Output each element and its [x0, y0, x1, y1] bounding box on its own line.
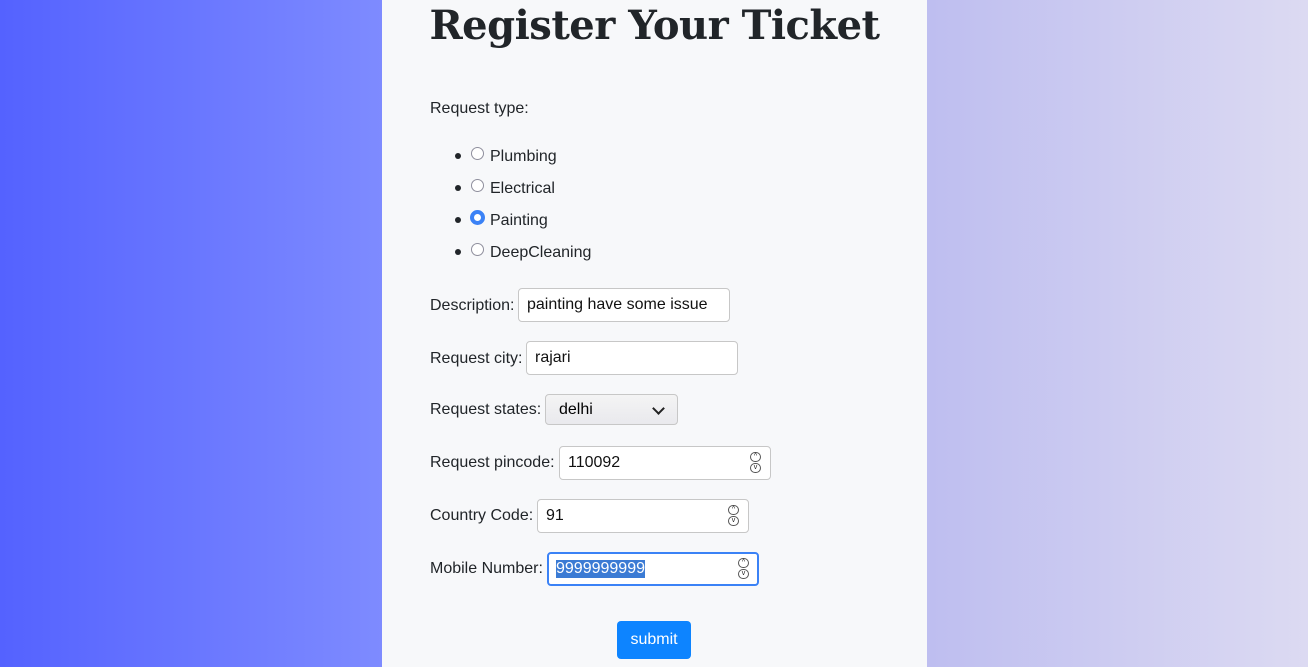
radio-painting[interactable]	[470, 210, 485, 225]
description-value: painting have some issue	[527, 296, 708, 313]
pincode-label: Request pincode:	[430, 454, 555, 471]
request-type-label: Request type:	[430, 100, 529, 117]
description-label: Description:	[430, 297, 515, 314]
description-input[interactable]: painting have some issue	[518, 288, 730, 322]
list-bullet	[455, 185, 461, 191]
form-panel: Register Your Ticket Request type: Plumb…	[382, 0, 927, 667]
mobile-value: 9999999999	[556, 560, 645, 578]
radio-label-plumbing: Plumbing	[490, 148, 557, 165]
city-input[interactable]: rajari	[526, 341, 738, 375]
mobile-label: Mobile Number:	[430, 560, 543, 577]
country-code-spinner[interactable]: ^ v	[728, 505, 740, 527]
country-code-value: 91	[546, 507, 564, 524]
radio-plumbing[interactable]	[471, 147, 484, 160]
chevron-up-icon[interactable]: ^	[738, 558, 749, 568]
country-code-label: Country Code:	[430, 507, 534, 524]
pincode-value: 110092	[568, 454, 621, 471]
chevron-down-icon[interactable]: v	[738, 569, 749, 579]
chevron-down-icon[interactable]: v	[728, 516, 739, 526]
mobile-spinner[interactable]: ^ v	[738, 558, 750, 580]
mobile-input[interactable]: 9999999999 ^ v	[547, 552, 759, 586]
state-value: delhi	[559, 401, 593, 418]
list-bullet	[455, 153, 461, 159]
country-code-input[interactable]: 91 ^ v	[537, 499, 749, 533]
list-bullet	[455, 249, 461, 255]
chevron-up-icon[interactable]: ^	[728, 505, 739, 515]
submit-button[interactable]: submit	[617, 621, 691, 659]
chevron-down-icon[interactable]: v	[750, 463, 761, 473]
radio-electrical[interactable]	[471, 179, 484, 192]
list-bullet	[455, 217, 461, 223]
state-select[interactable]: delhi	[545, 394, 678, 425]
chevron-up-icon[interactable]: ^	[750, 452, 761, 462]
city-label: Request city:	[430, 350, 523, 367]
page-title: Register Your Ticket	[429, 2, 880, 49]
radio-deepcleaning[interactable]	[471, 243, 484, 256]
pincode-input[interactable]: 110092 ^ v	[559, 446, 771, 480]
chevron-down-icon	[652, 402, 665, 415]
city-value: rajari	[535, 349, 571, 366]
radio-label-painting: Painting	[490, 212, 548, 229]
radio-label-deepcleaning: DeepCleaning	[490, 244, 592, 261]
pincode-spinner[interactable]: ^ v	[750, 452, 762, 474]
state-label: Request states:	[430, 401, 542, 418]
radio-label-electrical: Electrical	[490, 180, 555, 197]
